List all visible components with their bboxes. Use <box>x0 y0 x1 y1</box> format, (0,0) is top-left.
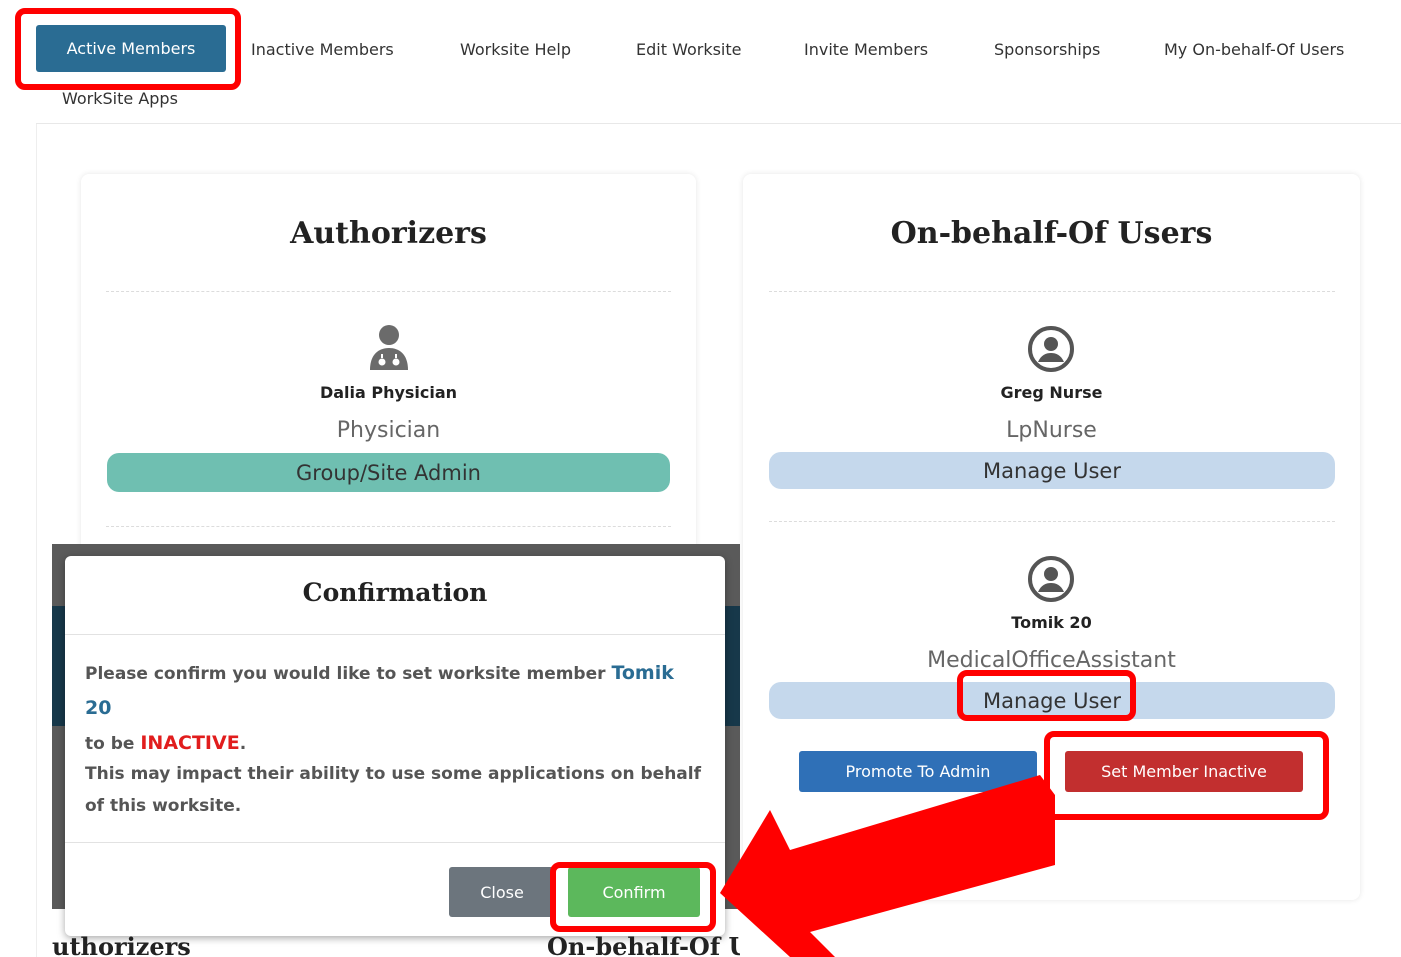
red-arrow-annotation <box>720 775 1055 957</box>
arrow-shape <box>720 775 1055 957</box>
